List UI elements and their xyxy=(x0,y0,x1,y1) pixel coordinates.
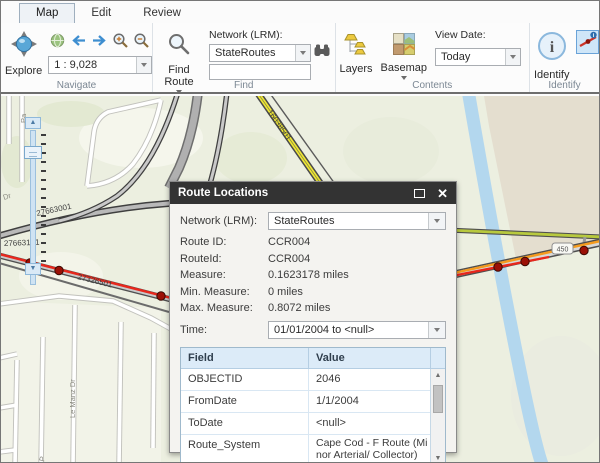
field-column-header: Field xyxy=(188,351,214,364)
maximize-icon[interactable] xyxy=(414,188,426,198)
globe-icon[interactable] xyxy=(48,31,67,49)
map-slider: ▲ ▼ xyxy=(23,117,47,285)
route-value-input[interactable] xyxy=(209,64,311,80)
chevron-down-icon[interactable] xyxy=(136,57,152,73)
chevron-down-icon[interactable] xyxy=(428,321,445,338)
value-cell: Cape Cod - F Route (Minor Arterial/ Coll… xyxy=(308,434,430,462)
max-measure-label: Max. Measure: xyxy=(180,302,253,315)
svg-text:450: 450 xyxy=(557,247,569,254)
time-value: 01/01/2004 to <null> xyxy=(274,323,375,336)
ribbon-body: Explore 1: 9,028 Navigate Find Route Ne… xyxy=(1,23,599,94)
explore-label: Explore xyxy=(5,65,43,77)
routeid-value: CCR004 xyxy=(268,252,311,265)
min-measure-value: 0 miles xyxy=(268,285,303,298)
route-info-icon: i xyxy=(578,30,598,55)
measure-label: Measure: xyxy=(180,269,226,282)
dialog-network-value: StateRoutes xyxy=(274,215,335,227)
network-lrm-label: Network (LRM): xyxy=(209,29,283,41)
zoom-out-icon[interactable] xyxy=(132,31,151,49)
dialog-title-bar[interactable]: Route Locations ✕ xyxy=(170,182,456,204)
group-label-contents: Contents xyxy=(412,80,453,91)
network-lrm-value: StateRoutes xyxy=(215,46,276,59)
dialog-body: Network (LRM): StateRoutes Route ID: CCR… xyxy=(170,204,456,463)
route-id-value: CCR004 xyxy=(268,236,311,249)
table-row[interactable]: FromDate 1/1/2004 xyxy=(181,390,430,413)
field-cell: Route_System xyxy=(188,438,261,451)
group-label-identify: Identify xyxy=(548,80,581,91)
group-identify: i Identify i Identify xyxy=(530,23,599,92)
slider-up-button[interactable]: ▲ xyxy=(25,117,41,129)
layers-icon xyxy=(343,32,369,61)
map-scale-value: 1 : 9,028 xyxy=(54,59,98,71)
svg-text:i: i xyxy=(550,39,555,56)
table-scrollbar[interactable]: ▲ ▼ xyxy=(430,368,445,463)
back-arrow-icon[interactable] xyxy=(69,31,88,49)
measure-value: 0.1623178 miles xyxy=(268,269,349,282)
basemap-label: Basemap xyxy=(380,62,428,74)
app-window: Map Edit Review Explore 1: 9,028 Naviga… xyxy=(0,0,600,463)
dialog-network-combo[interactable]: StateRoutes xyxy=(268,212,446,230)
binoculars-icon[interactable] xyxy=(314,43,330,62)
zoom-in-icon[interactable] xyxy=(111,31,130,49)
table-header: Field Value xyxy=(181,347,445,369)
scrollbar-header-stub xyxy=(430,347,445,368)
forward-arrow-icon[interactable] xyxy=(90,31,109,49)
field-cell: ToDate xyxy=(188,416,223,429)
basemap-icon xyxy=(392,33,415,60)
table-row[interactable]: Route_System Cape Cod - F Route (Minor A… xyxy=(181,434,430,462)
ribbon: Map Edit Review Explore 1: 9,028 Naviga… xyxy=(1,1,599,94)
slider-thumb[interactable] xyxy=(24,146,42,159)
view-date-combo[interactable]: Today xyxy=(435,48,522,66)
explore-compass-icon xyxy=(10,30,38,63)
value-cell: 2046 xyxy=(308,368,430,390)
tab-map[interactable]: Map xyxy=(19,3,76,23)
value-cell: <null> xyxy=(308,412,430,434)
field-cell: FromDate xyxy=(188,394,237,407)
chevron-down-icon[interactable] xyxy=(295,44,310,61)
chevron-down-icon[interactable] xyxy=(505,49,521,65)
find-route-magnifier-icon xyxy=(166,31,192,62)
dialog-title: Route Locations xyxy=(178,187,269,199)
group-contents: Layers Basemap View Date: Today Contents xyxy=(336,23,530,92)
group-label-find: Find xyxy=(234,80,254,91)
table-rows: OBJECTID 2046 FromDate 1/1/2004 ToDate <… xyxy=(181,368,430,462)
view-date-label: View Date: xyxy=(435,29,486,41)
layers-label: Layers xyxy=(339,63,373,75)
attributes-table: Field Value OBJECTID 2046 FromDate 1/1/2… xyxy=(180,346,446,463)
tab-edit[interactable]: Edit xyxy=(75,4,127,23)
network-label: Network (LRM): xyxy=(180,215,258,227)
close-icon[interactable]: ✕ xyxy=(437,187,448,200)
scroll-down-icon[interactable]: ▼ xyxy=(431,452,445,463)
field-cell: OBJECTID xyxy=(188,372,243,385)
identify-info-icon: i xyxy=(536,30,568,67)
tab-review[interactable]: Review xyxy=(127,4,197,23)
value-cell: 1/1/2004 xyxy=(308,390,430,412)
table-row[interactable]: OBJECTID 2046 xyxy=(181,368,430,391)
route-id-label: Route ID: xyxy=(180,236,227,249)
slider-down-button[interactable]: ▼ xyxy=(25,263,41,275)
table-row[interactable]: ToDate <null> xyxy=(181,412,430,435)
group-label-navigate: Navigate xyxy=(56,80,97,91)
map-canvas[interactable]: 450 27663001 27663101 27326501 16038501 … xyxy=(1,88,599,462)
scrollbar-thumb[interactable] xyxy=(433,384,443,413)
time-label: Time: xyxy=(180,323,208,336)
route-shield: 450 xyxy=(551,242,574,255)
max-measure-value: 0.8072 miles xyxy=(268,302,331,315)
group-find: Find Route Network (LRM): StateRoutes Fi… xyxy=(153,23,336,94)
min-measure-label: Min. Measure: xyxy=(180,285,250,298)
chevron-down-icon[interactable] xyxy=(428,213,445,229)
map-scale-combo[interactable]: 1 : 9,028 xyxy=(48,56,153,74)
street-name-label: Le Manz Dr xyxy=(68,379,77,418)
group-navigate: Explore 1: 9,028 Navigate xyxy=(1,23,153,92)
view-date-value: Today xyxy=(441,51,471,63)
identify-route-location-tool[interactable]: i xyxy=(576,30,599,54)
ribbon-tabs: Map Edit Review xyxy=(1,1,599,23)
value-column-header: Value xyxy=(308,347,430,368)
routeid-label: RouteId: xyxy=(180,252,222,265)
time-combo[interactable]: 01/01/2004 to <null> xyxy=(268,320,446,339)
route-locations-dialog: Route Locations ✕ Network (LRM): StateRo… xyxy=(169,181,457,462)
scroll-up-icon[interactable]: ▲ xyxy=(431,369,445,382)
network-lrm-combo[interactable]: StateRoutes xyxy=(209,43,311,62)
